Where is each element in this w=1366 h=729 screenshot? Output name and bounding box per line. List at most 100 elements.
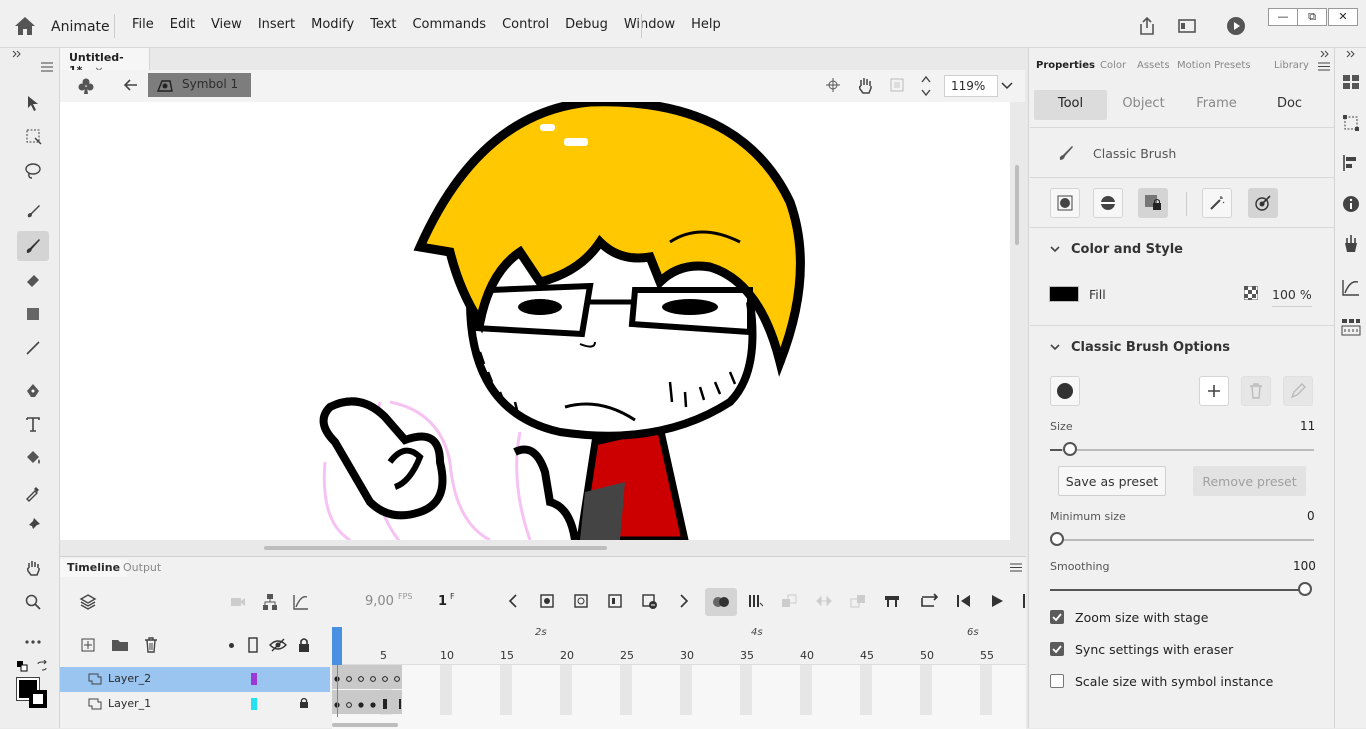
create-classic-tween-icon[interactable] [781, 594, 797, 608]
smoothing-slider-knob[interactable] [1298, 582, 1312, 596]
current-frame[interactable]: 1 [438, 594, 447, 609]
camera-hand-icon[interactable] [856, 76, 876, 94]
eraser-tool[interactable] [17, 265, 49, 295]
min-size-slider-track[interactable] [1050, 539, 1314, 541]
line-tool[interactable] [17, 333, 49, 363]
zoom-field[interactable]: 119% [944, 75, 998, 97]
tab-library[interactable]: Library [1274, 60, 1309, 71]
step-back-icon[interactable] [956, 594, 972, 608]
stage-canvas[interactable] [60, 102, 1010, 540]
delete-brush-button[interactable] [1241, 376, 1271, 406]
menu-help[interactable]: Help [683, 17, 729, 32]
components-icon[interactable] [1342, 234, 1360, 254]
remove-preset-button[interactable]: Remove preset [1193, 466, 1306, 496]
tab-motion-presets[interactable]: Motion Presets [1177, 60, 1250, 71]
tab-color[interactable]: Color [1100, 60, 1126, 71]
test-movie-icon[interactable] [1226, 16, 1246, 36]
highlight-layers-dot[interactable] [229, 643, 234, 648]
scale-symbol-checkbox[interactable] [1050, 674, 1064, 688]
onion-skin-button[interactable] [705, 588, 737, 616]
new-layer-icon[interactable] [81, 638, 95, 652]
zoom-stepper-icon[interactable] [920, 74, 932, 98]
min-size-value[interactable]: 0 [1307, 509, 1315, 523]
menu-view[interactable]: View [203, 17, 250, 32]
sync-eraser-checkbox[interactable] [1050, 642, 1064, 656]
sync-eraser-label[interactable]: Sync settings with eraser [1075, 642, 1233, 657]
more-tools-button[interactable] [17, 627, 49, 657]
edit-multiple-frames-icon[interactable] [748, 594, 764, 608]
size-slider-track[interactable] [1050, 449, 1314, 451]
publish-icon[interactable] [1177, 18, 1197, 34]
play-icon[interactable] [990, 594, 1004, 608]
home-icon[interactable] [14, 16, 36, 36]
layer-lock-icon[interactable] [299, 697, 309, 709]
back-arrow-icon[interactable] [124, 79, 138, 91]
hide-layers-icon[interactable] [269, 638, 287, 652]
collapse-icon[interactable] [12, 50, 22, 58]
free-transform-tool[interactable] [17, 121, 49, 151]
insert-frames-icon[interactable] [884, 594, 900, 608]
pen-tool[interactable] [17, 376, 49, 406]
menu-modify[interactable]: Modify [303, 17, 362, 32]
scale-symbol-label[interactable]: Scale size with symbol instance [1075, 674, 1273, 689]
menu-window[interactable]: Window [616, 17, 683, 32]
close-window-button[interactable]: ✕ [1328, 8, 1358, 26]
menu-control[interactable]: Control [494, 17, 557, 32]
default-colors-icon[interactable] [16, 660, 28, 672]
chevron-down-icon[interactable] [1050, 344, 1060, 351]
swatches-icon[interactable] [1342, 74, 1360, 90]
chevron-down-icon[interactable] [1001, 82, 1013, 90]
align-icon[interactable] [1342, 154, 1360, 172]
text-tool[interactable] [17, 409, 49, 439]
classic-brush-tool[interactable] [17, 231, 49, 261]
menu-text[interactable]: Text [362, 17, 404, 32]
outline-layers-icon[interactable] [248, 637, 258, 653]
menu-edit[interactable]: Edit [162, 17, 203, 32]
insert-blank-keyframe-icon[interactable] [574, 594, 588, 608]
layer-color-swatch[interactable] [251, 673, 257, 685]
smoothing-slider-track[interactable] [1050, 589, 1308, 591]
playhead[interactable] [332, 627, 342, 665]
delete-layer-icon[interactable] [144, 637, 158, 653]
stage-horizontal-scrollbar[interactable] [264, 546, 607, 550]
zoom-size-label[interactable]: Zoom size with stage [1075, 610, 1208, 625]
club-icon[interactable] [77, 77, 95, 95]
edit-brush-button[interactable] [1283, 376, 1313, 406]
layers-icon[interactable] [79, 593, 97, 611]
prev-keyframe-icon[interactable] [508, 594, 518, 608]
menu-insert[interactable]: Insert [250, 17, 303, 32]
layer-row-layer-2[interactable]: Layer_2 [60, 667, 330, 692]
lasso-tool[interactable] [17, 156, 49, 186]
subtab-frame[interactable]: Frame [1180, 90, 1253, 120]
size-slider-knob[interactable] [1063, 442, 1077, 456]
document-tab[interactable]: Untitled-1*× [60, 48, 150, 77]
add-brush-button[interactable] [1199, 376, 1229, 406]
insert-keyframe-icon[interactable] [540, 594, 554, 608]
alpha-value[interactable]: 100 % [1272, 287, 1312, 307]
fill-color-swatch[interactable] [1049, 286, 1079, 302]
panel-options-icon[interactable] [1318, 62, 1330, 71]
motion-editor-icon[interactable] [1342, 278, 1360, 296]
parenting-icon[interactable] [262, 593, 278, 611]
size-value[interactable]: 11 [1300, 419, 1315, 433]
loop-icon[interactable] [920, 593, 938, 609]
stage-vertical-scrollbar[interactable] [1015, 165, 1019, 245]
brush-shape-button[interactable] [1050, 376, 1080, 406]
create-motion-tween-icon[interactable] [850, 594, 866, 608]
save-preset-button[interactable]: Save as preset [1058, 466, 1166, 496]
step-forward-edge[interactable] [1023, 594, 1025, 608]
info-icon[interactable] [1342, 195, 1360, 213]
paint-bucket-tool[interactable] [17, 443, 49, 473]
restore-button[interactable]: ⧉ [1297, 8, 1327, 26]
new-folder-icon[interactable] [111, 638, 129, 652]
layer-color-swatch[interactable] [251, 698, 257, 710]
pin-tool[interactable] [17, 510, 49, 540]
min-size-slider-knob[interactable] [1050, 532, 1064, 546]
code-snippets-icon[interactable] [1341, 318, 1361, 336]
collapse-panel-icon[interactable] [1320, 50, 1330, 58]
subtab-doc[interactable]: Doc [1253, 90, 1326, 120]
tab-assets[interactable]: Assets [1137, 60, 1170, 71]
layer-name[interactable]: Layer_2 [108, 672, 151, 685]
tab-properties[interactable]: Properties [1036, 60, 1095, 71]
brush-mode-normal-button[interactable] [1050, 188, 1080, 218]
